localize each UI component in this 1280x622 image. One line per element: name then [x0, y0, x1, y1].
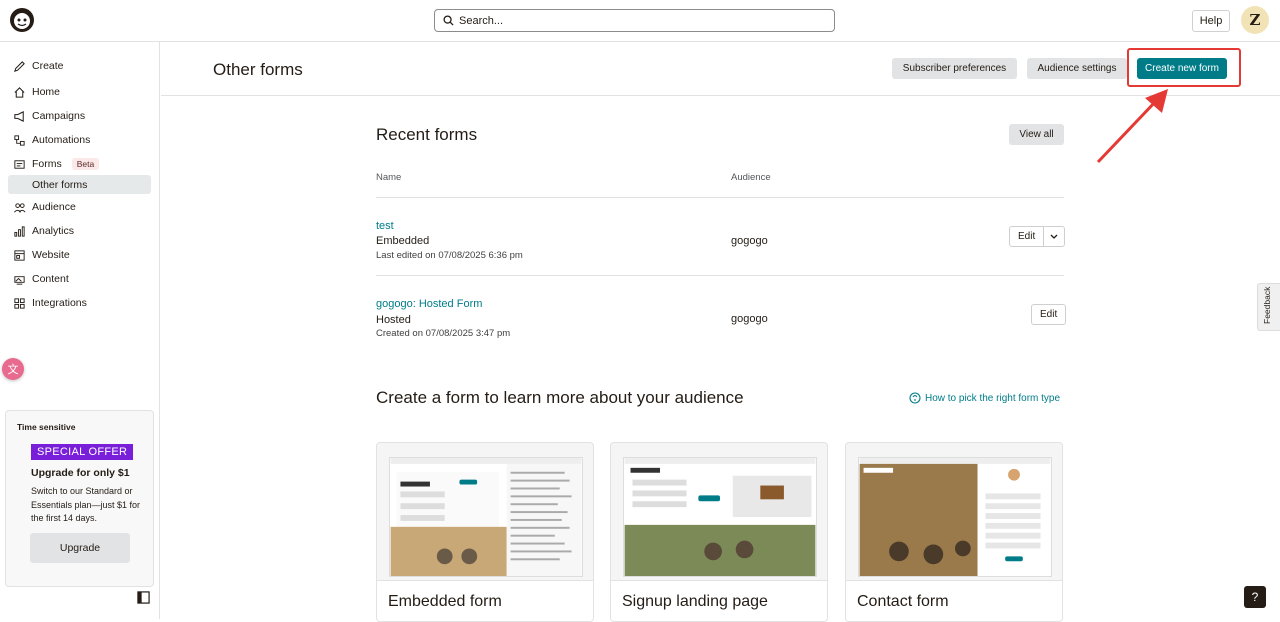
top-bar: Search... Help Z — [0, 0, 1280, 42]
sidebar-item-label: Audience — [32, 201, 76, 213]
help-button[interactable]: Help — [1192, 10, 1230, 32]
main-content: Recent forms View all Name Audience test… — [161, 96, 1280, 622]
feedback-tab[interactable]: Feedback — [1257, 283, 1280, 331]
sidebar-item-integrations[interactable]: Integrations — [13, 294, 87, 312]
signup-landing-preview-image — [623, 457, 817, 577]
sidebar-item-label: Website — [32, 249, 70, 261]
help-question-button[interactable]: ? — [1244, 586, 1266, 608]
column-header-name: Name — [376, 172, 402, 183]
special-offer-card: Time sensitive SPECIAL OFFER Upgrade for… — [5, 410, 154, 587]
card-label: Embedded form — [377, 580, 593, 621]
sidebar-subitem-other-forms[interactable]: Other forms — [8, 175, 151, 194]
sidebar-item-forms[interactable]: Forms Beta — [13, 155, 100, 173]
sidebar-item-home[interactable]: Home — [13, 83, 60, 101]
edit-button[interactable]: Edit — [1032, 305, 1065, 324]
chevron-down-icon[interactable] — [1043, 227, 1064, 246]
audience-settings-button[interactable]: Audience settings — [1027, 58, 1127, 79]
sidebar-item-website[interactable]: Website — [13, 246, 70, 264]
sidebar-item-create[interactable]: Create — [13, 57, 64, 75]
form-icon — [14, 159, 25, 169]
sidebar-item-label: Analytics — [32, 225, 75, 237]
sidebar-item-content[interactable]: Content — [13, 270, 69, 288]
form-type: Embedded — [376, 235, 430, 247]
offer-badge: SPECIAL OFFER — [31, 444, 134, 460]
sidebar-item-label: Campaigns — [32, 110, 86, 122]
sidebar: Create Home Campaigns Automations Forms … — [0, 42, 160, 619]
form-date: Created on 07/08/2025 3:47 pm — [376, 328, 511, 339]
website-icon — [14, 249, 25, 261]
recent-forms-title: Recent forms — [376, 125, 478, 144]
annotation-highlight-box — [1127, 48, 1241, 87]
upgrade-button[interactable]: Upgrade — [30, 533, 130, 563]
sidebar-item-label: Automations — [32, 134, 91, 146]
pencil-icon — [14, 60, 25, 72]
embedded-form-card[interactable]: Embedded form — [376, 442, 594, 622]
automation-icon — [14, 134, 25, 146]
sidebar-collapse-icon[interactable] — [137, 591, 150, 604]
sidebar-item-label: Integrations — [32, 297, 87, 309]
avatar[interactable]: Z — [1241, 6, 1269, 34]
offer-title: Upgrade for only $1 — [31, 467, 130, 479]
search-placeholder: Search... — [459, 14, 504, 27]
form-audience: gogogo — [731, 235, 768, 247]
offer-text: Switch to our Standard or Essentials pla… — [31, 486, 141, 523]
offer-time-label: Time sensitive — [17, 422, 76, 432]
embedded-form-preview-image — [389, 457, 583, 577]
home-icon — [14, 86, 25, 98]
sidebar-item-automations[interactable]: Automations — [13, 131, 90, 149]
grid-icon — [14, 297, 25, 309]
page-title: Other forms — [213, 60, 303, 79]
mailchimp-logo[interactable] — [8, 6, 36, 34]
subscriber-preferences-button[interactable]: Subscriber preferences — [892, 58, 1017, 79]
search-input[interactable]: Search... — [434, 9, 835, 32]
divider — [376, 197, 1064, 198]
contact-form-preview-image — [858, 457, 1052, 577]
chart-icon — [14, 225, 25, 237]
contact-form-card[interactable]: Contact form — [845, 442, 1063, 622]
megaphone-icon — [14, 110, 24, 122]
sidebar-item-label: Forms — [32, 158, 62, 170]
column-header-audience: Audience — [731, 172, 771, 183]
search-icon — [443, 15, 454, 26]
sidebar-item-campaigns[interactable]: Campaigns — [13, 107, 85, 125]
beta-badge: Beta — [71, 158, 100, 170]
form-date: Last edited on 07/08/2025 6:36 pm — [376, 250, 523, 261]
form-type: Hosted — [376, 314, 411, 326]
feedback-label: Feedback — [1262, 286, 1272, 324]
how-to-pick-label: How to pick the right form type — [925, 392, 1061, 404]
translate-icon[interactable]: 文 — [2, 358, 24, 380]
form-audience: gogogo — [731, 313, 768, 325]
create-section-title: Create a form to learn more about your a… — [376, 388, 744, 407]
content-icon — [14, 275, 25, 285]
form-name-link[interactable]: gogogo: Hosted Form — [376, 298, 482, 310]
sidebar-item-label: Create — [32, 60, 64, 72]
view-all-button[interactable]: View all — [1009, 124, 1064, 145]
sidebar-item-analytics[interactable]: Analytics — [13, 222, 74, 240]
card-label: Signup landing page — [611, 580, 827, 621]
edit-button[interactable]: Edit — [1010, 227, 1043, 246]
lightbulb-icon — [909, 392, 921, 404]
how-to-pick-link[interactable]: How to pick the right form type — [909, 392, 1060, 404]
edit-split-button: Edit — [1009, 226, 1066, 247]
sidebar-item-label: Content — [32, 273, 69, 285]
form-name-link[interactable]: test — [376, 220, 394, 232]
audience-icon — [14, 202, 26, 212]
sidebar-item-audience[interactable]: Audience — [13, 198, 76, 216]
sidebar-item-label: Home — [32, 86, 61, 98]
divider — [376, 275, 1064, 276]
signup-landing-page-card[interactable]: Signup landing page — [610, 442, 828, 622]
card-label: Contact form — [846, 580, 1062, 621]
edit-split-button: Edit — [1031, 304, 1067, 325]
